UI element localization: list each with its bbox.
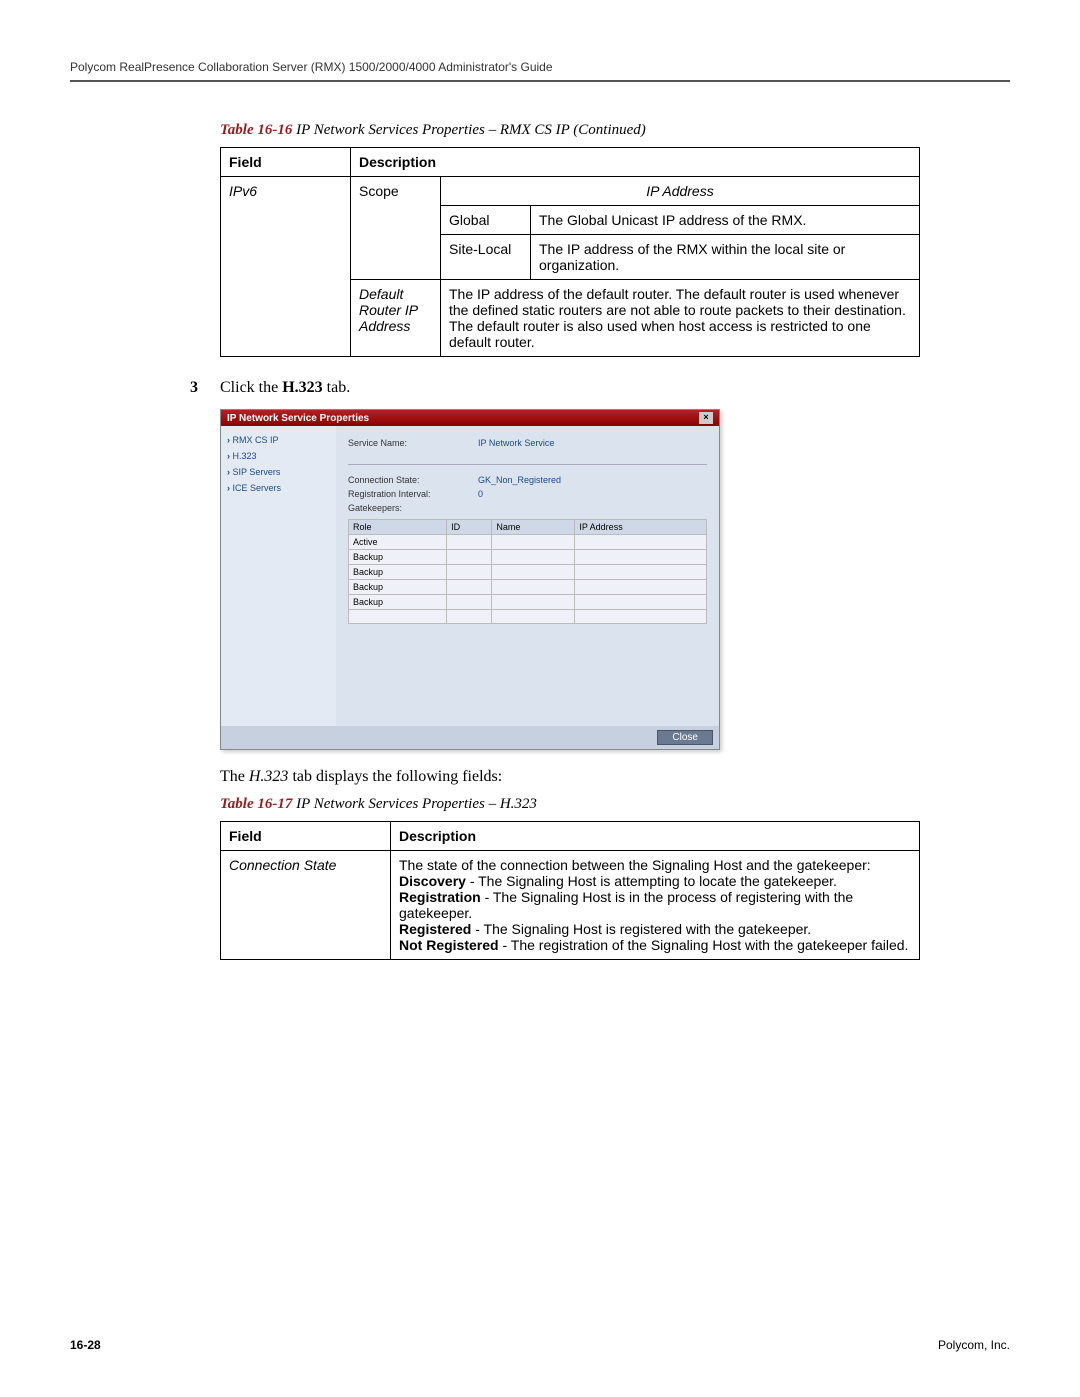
gatekeepers-table: Role ID Name IP Address Active Backup Ba…	[348, 519, 707, 624]
nav-rmx-cs-ip[interactable]: RMX CS IP	[225, 432, 332, 448]
connection-state-label: Connection State:	[348, 475, 478, 485]
gk-row[interactable]: Active	[349, 535, 707, 550]
page-footer: 16-28 Polycom, Inc.	[70, 1338, 1010, 1352]
gk-row[interactable]: Backup	[349, 595, 707, 610]
table-16-17-caption: Table 16-17 IP Network Services Properti…	[220, 796, 1010, 813]
gatekeepers-label: Gatekeepers:	[348, 503, 478, 513]
gk-col-role: Role	[349, 520, 447, 535]
dialog-title-text: IP Network Service Properties	[227, 413, 369, 424]
registration-interval-label: Registration Interval:	[348, 489, 478, 499]
gk-col-id: ID	[447, 520, 492, 535]
cell-global: Global	[441, 206, 531, 235]
gk-col-ip: IP Address	[575, 520, 707, 535]
step-3: 3 Click the H.323 tab.	[220, 379, 1010, 397]
cell-default-router-desc: The IP address of the default router. Th…	[441, 280, 920, 357]
table-16-17: Field Description Connection State The s…	[220, 821, 920, 960]
gk-row[interactable]	[349, 610, 707, 624]
gk-row[interactable]: Backup	[349, 580, 707, 595]
col-description: Description	[391, 822, 920, 851]
cell-site-local-desc: The IP address of the RMX within the loc…	[531, 235, 920, 280]
dialog-ip-network-service-properties: IP Network Service Properties × RMX CS I…	[220, 409, 720, 750]
connection-state-value: GK_Non_Registered	[478, 475, 561, 485]
step-number: 3	[190, 379, 220, 397]
nav-sip-servers[interactable]: SIP Servers	[225, 464, 332, 480]
col-field: Field	[221, 822, 391, 851]
service-name-label: Service Name:	[348, 438, 478, 448]
page-number: 16-28	[70, 1338, 101, 1352]
col-field: Field	[221, 148, 351, 177]
gk-col-name: Name	[492, 520, 575, 535]
cell-site-local: Site-Local	[441, 235, 531, 280]
nav-h323[interactable]: H.323	[225, 448, 332, 464]
cell-global-desc: The Global Unicast IP address of the RMX…	[531, 206, 920, 235]
dialog-main: Service Name: IP Network Service Connect…	[336, 426, 719, 726]
service-name-value: IP Network Service	[478, 438, 554, 448]
close-icon[interactable]: ×	[699, 412, 713, 424]
cell-connection-state: Connection State	[221, 851, 391, 960]
cell-default-router: Default Router IP Address	[351, 280, 441, 357]
running-header: Polycom RealPresence Collaboration Serve…	[70, 60, 1010, 82]
dialog-nav: RMX CS IP H.323 SIP Servers ICE Servers	[221, 426, 336, 726]
table-16-16: Field Description IPv6 Scope IP Address …	[220, 147, 920, 357]
dialog-titlebar: IP Network Service Properties ×	[221, 410, 719, 426]
cell-ip-address-header: IP Address	[441, 177, 920, 206]
col-description: Description	[351, 148, 920, 177]
table-16-16-caption: Table 16-16 IP Network Services Properti…	[220, 122, 1010, 139]
nav-ice-servers[interactable]: ICE Servers	[225, 480, 332, 496]
registration-interval-value: 0	[478, 489, 483, 499]
cell-ipv6: IPv6	[221, 177, 351, 357]
cell-connection-state-desc: The state of the connection between the …	[391, 851, 920, 960]
dialog-footer: Close	[221, 726, 719, 749]
body-text-h323-fields: The H.323 tab displays the following fie…	[220, 768, 1010, 786]
gk-row[interactable]: Backup	[349, 565, 707, 580]
close-button[interactable]: Close	[657, 730, 713, 745]
company-name: Polycom, Inc.	[938, 1338, 1010, 1352]
cell-scope: Scope	[351, 177, 441, 280]
gk-row[interactable]: Backup	[349, 550, 707, 565]
